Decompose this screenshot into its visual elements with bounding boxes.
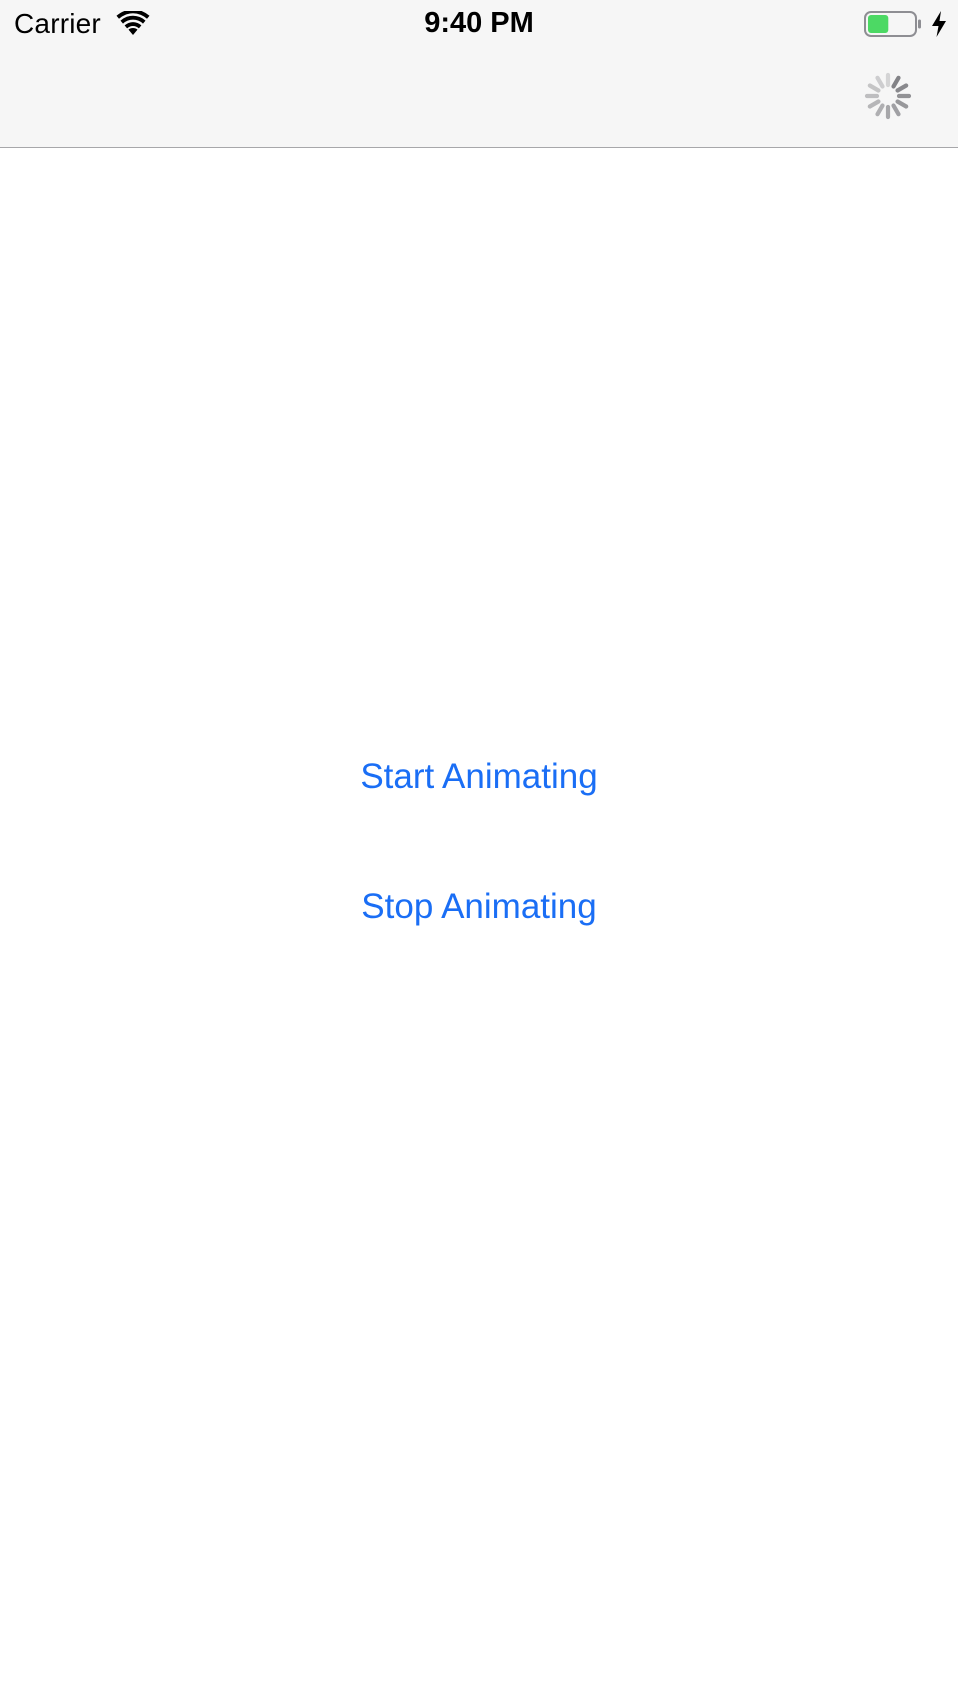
battery-charging-icon [864, 11, 921, 37]
spinner-spoke [891, 75, 901, 89]
spinner-spoke [867, 99, 881, 109]
top-bars: Carrier 9:40 PM [0, 0, 958, 148]
spinner-spoke [867, 83, 881, 93]
activity-indicator-spinner-icon [864, 72, 912, 120]
status-time: 9:40 PM [424, 7, 534, 39]
start-animating-button[interactable]: Start Animating [0, 755, 958, 799]
spinner-spoke [875, 75, 885, 89]
status-bar: Carrier 9:40 PM [0, 0, 958, 48]
navigation-bar [0, 48, 958, 147]
spinner-spoke [891, 103, 901, 117]
charging-bolt-icon [932, 11, 946, 37]
app-screen: Carrier 9:40 PM Start Animating Stop Ani… [0, 0, 958, 1704]
spinner-spoke [895, 83, 909, 93]
spinner-spoke [875, 103, 885, 117]
spinner-spoke [895, 99, 909, 109]
stop-animating-button[interactable]: Stop Animating [0, 885, 958, 929]
